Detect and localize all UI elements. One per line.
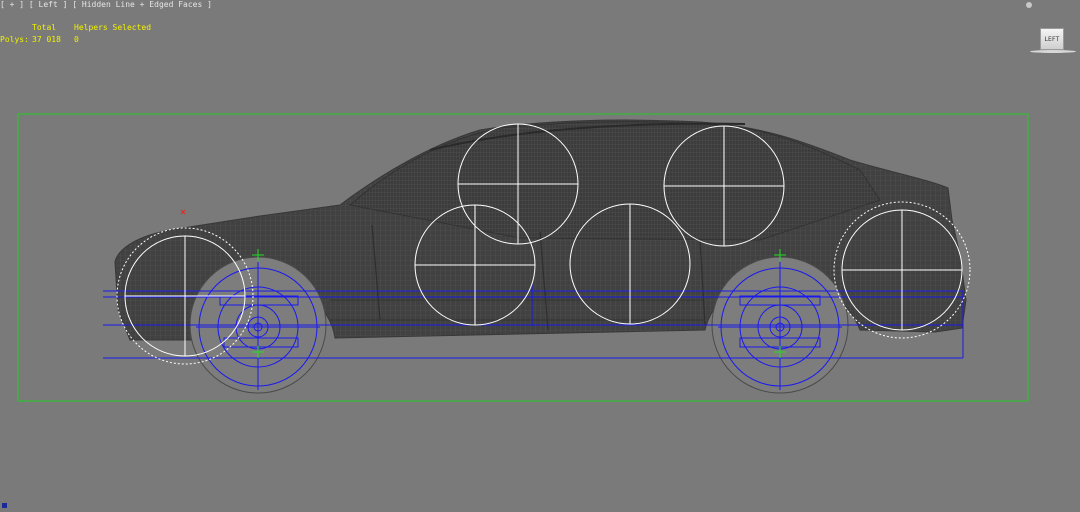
world-axis-marker [2,503,7,508]
origin-marker [180,209,186,215]
viewport-scene[interactable] [0,0,1080,512]
